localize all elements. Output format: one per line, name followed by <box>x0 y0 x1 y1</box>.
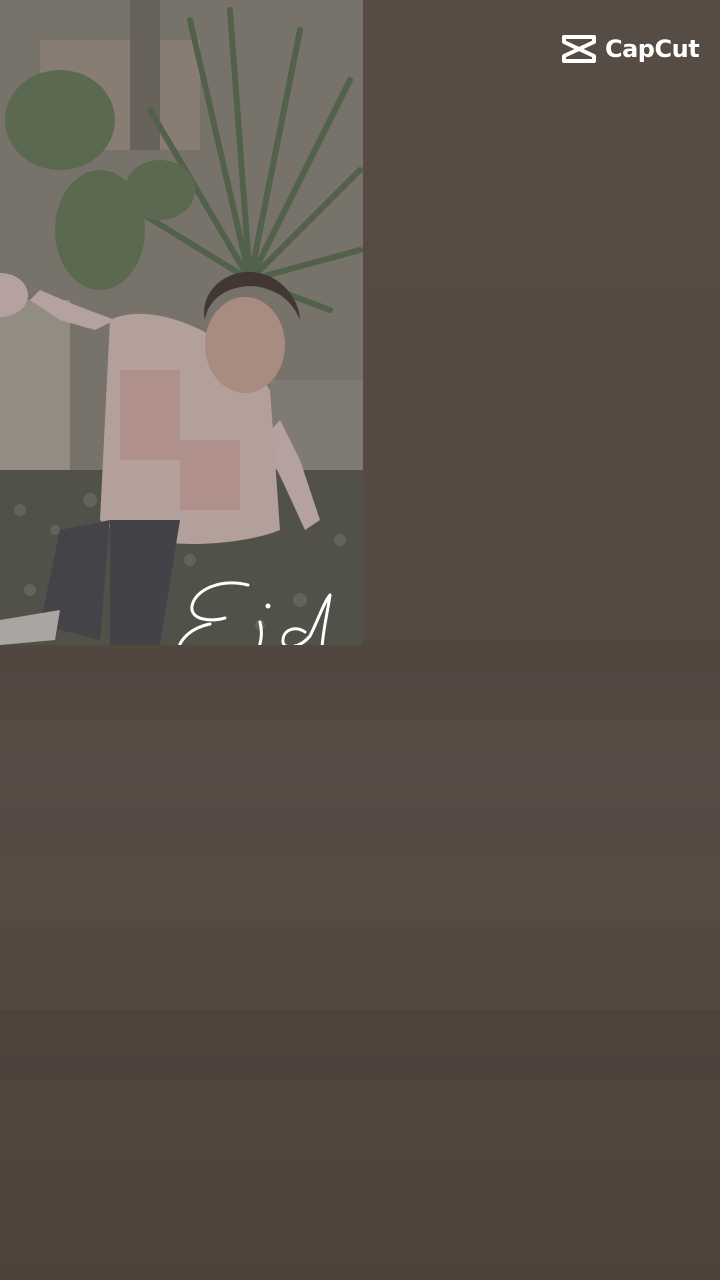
background-band <box>0 1010 720 1080</box>
watermark-label: CapCut <box>605 35 700 63</box>
capcut-logo-icon <box>562 35 596 63</box>
background-band <box>0 860 720 920</box>
capcut-watermark: CapCut <box>560 33 712 65</box>
eid-script-caption <box>178 581 332 645</box>
background-band <box>0 640 720 720</box>
video-frame <box>0 0 363 645</box>
